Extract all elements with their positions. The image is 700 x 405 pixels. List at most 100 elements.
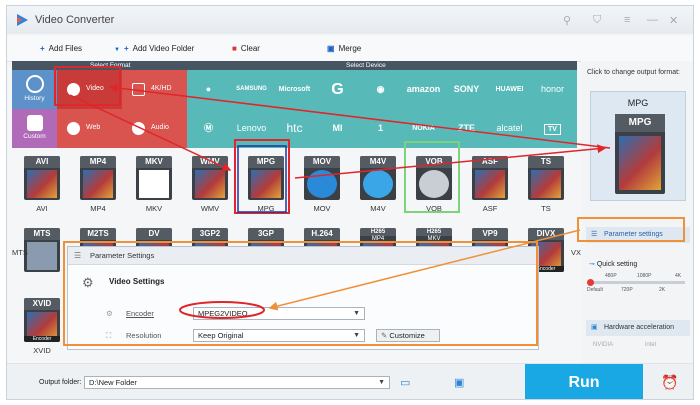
device-lg[interactable]: ◉	[359, 70, 402, 109]
quality-slider[interactable]: 480P 1080P 4K Default 720P 2K	[587, 273, 689, 295]
format-tile-label: ASF	[472, 156, 508, 168]
device-alcatel[interactable]: alcatel	[488, 109, 531, 148]
device-lenovo[interactable]: Lenovo	[230, 109, 273, 148]
format-tile-label: XVID	[24, 298, 60, 310]
device-motorola[interactable]: Ⓜ	[187, 109, 230, 148]
device-amazon[interactable]: amazon	[402, 70, 445, 109]
output-folder-label: Output folder:	[39, 379, 82, 386]
add-files-button[interactable]: + Add Files	[40, 41, 82, 57]
add-video-folder-button[interactable]: ▼ + Add Video Folder	[114, 41, 194, 57]
audio-icon	[132, 122, 145, 135]
run-button[interactable]: Run	[525, 364, 643, 399]
format-tile-label: MTS	[24, 228, 60, 240]
device-xiaomi[interactable]: MI	[316, 109, 359, 148]
device-samsung[interactable]: SAMSUNG	[230, 70, 273, 109]
clear-button[interactable]: ■ Clear	[232, 41, 260, 57]
slider-handle[interactable]	[587, 279, 594, 286]
device-huawei[interactable]: HUAWEI	[488, 70, 531, 109]
apple-icon: ●	[205, 84, 212, 94]
menu-icon[interactable]: ≡	[624, 14, 630, 26]
history-tab[interactable]: History	[12, 70, 57, 109]
close-icon[interactable]: ✕	[669, 14, 678, 27]
select-header-bar: Select Format Select Device	[12, 61, 577, 70]
hardware-acceleration-toggle[interactable]: ▣ Hardware acceleration	[586, 320, 690, 336]
key-icon[interactable]: ⚲	[563, 14, 571, 27]
format-tile-label: MOV	[304, 156, 340, 168]
avi-icon	[27, 170, 57, 198]
parameter-settings-label: Parameter settings	[604, 231, 663, 238]
cart-icon[interactable]: ⛉	[593, 14, 601, 27]
format-tile-vob[interactable]: VOB VOB	[410, 154, 458, 214]
category-web[interactable]: Web	[57, 109, 122, 148]
format-caption: XVID	[33, 346, 51, 355]
format-tile-xvid[interactable]: XVID Encoder XVID	[18, 296, 66, 356]
category-audio[interactable]: Audio	[122, 109, 187, 148]
format-tile-label: M4V	[360, 156, 396, 168]
format-tile-ts[interactable]: TS TS	[522, 154, 570, 214]
clear-label: Clear	[240, 44, 260, 53]
open-folder-icon[interactable]: ▣	[454, 376, 464, 389]
tick-label: 720P	[621, 287, 633, 293]
wmv-icon	[195, 170, 225, 198]
format-tile-avi[interactable]: AVI AVI	[18, 154, 66, 214]
device-sony[interactable]: SONY	[445, 70, 488, 109]
customize-button[interactable]: ✎ Customize	[376, 329, 440, 342]
format-tile-wmv[interactable]: WMV WMV	[186, 154, 234, 214]
custom-tab[interactable]: Custom	[12, 109, 57, 148]
device-google[interactable]: G	[316, 70, 359, 109]
customize-label: Customize	[389, 331, 425, 340]
device-htc[interactable]: htc	[273, 109, 316, 148]
output-format-button[interactable]: MPG MPG	[590, 91, 686, 201]
device-nokia[interactable]: NOKIA	[402, 109, 445, 148]
hardware-acceleration-label: Hardware acceleration	[604, 324, 675, 331]
plus-icon: +	[123, 44, 129, 53]
device-zte[interactable]: ZTE	[445, 109, 488, 148]
format-caption: ASF	[482, 204, 498, 213]
format-tile-m4v[interactable]: M4V M4V	[354, 154, 402, 214]
device-microsoft[interactable]: Microsoft	[273, 70, 316, 109]
app-logo-icon	[17, 14, 28, 26]
format-caption: MTS	[12, 248, 28, 257]
device-honor[interactable]: honor	[531, 70, 574, 109]
format-tile-mov[interactable]: MOV MOV	[298, 154, 346, 214]
select-format-header: Select Format	[90, 62, 131, 69]
asf-icon	[475, 170, 505, 198]
category-4k-hd[interactable]: 4K/HD	[122, 70, 187, 109]
dropdown-arrow-icon[interactable]: ▼	[114, 42, 120, 58]
output-folder-input[interactable]: D:\New Folder ▼	[84, 376, 390, 389]
category-video[interactable]: Video	[57, 70, 122, 109]
parameter-settings-button[interactable]: ☰ Parameter settings	[586, 227, 690, 243]
output-folder-value: D:\New Folder	[89, 378, 137, 387]
output-format-name: MPG	[627, 98, 649, 108]
device-tv[interactable]: TV	[531, 109, 574, 148]
alarm-clock-icon[interactable]: ⏰	[661, 374, 678, 391]
device-oneplus[interactable]: 1	[359, 109, 402, 148]
bottom-bar: Output folder: D:\New Folder ▼ ▭ ▣ Run ⏰	[7, 363, 693, 399]
format-tile-asf[interactable]: ASF ASF	[466, 154, 514, 214]
format-tile-label: H265	[360, 228, 396, 236]
format-tile-mts[interactable]: MTS MTS	[12, 226, 66, 286]
format-tile-label: H.264	[304, 228, 340, 240]
merge-label: Merge	[338, 44, 362, 53]
format-tile-mkv[interactable]: MKV MKV	[130, 154, 178, 214]
format-tile-label: VOB	[416, 156, 452, 168]
folder-icon[interactable]: ▭	[400, 376, 410, 389]
trash-icon: ■	[232, 44, 237, 53]
format-tile-label: MPG	[248, 156, 284, 168]
format-tile-label: WMV	[192, 156, 228, 168]
category-4k-hd-label: 4K/HD	[151, 85, 172, 92]
merge-button[interactable]: ▣ Merge	[327, 41, 361, 57]
mpg-large-label: MPG	[615, 114, 665, 132]
parameter-settings-dialog: Parameter Settings ☰ ⚙ Video Settings ⚙ …	[67, 246, 539, 350]
mkv-icon	[139, 170, 169, 198]
format-tile-mpg[interactable]: MPG MPG	[242, 154, 290, 214]
device-apple[interactable]: ●	[187, 70, 230, 109]
resolution-select[interactable]: Keep Original ▼	[193, 329, 365, 342]
encoder-select[interactable]: MPEG2VIDEO ▼	[193, 307, 365, 320]
format-tile-label: MKV	[136, 156, 172, 168]
output-panel: Click to change output format: MPG MPG ☰…	[581, 61, 693, 363]
minimize-icon[interactable]: —	[647, 14, 658, 26]
format-tile-mp4[interactable]: MP4 MP4	[74, 154, 122, 214]
mpg-icon	[251, 170, 281, 198]
sliders-icon: ☰	[74, 251, 82, 260]
